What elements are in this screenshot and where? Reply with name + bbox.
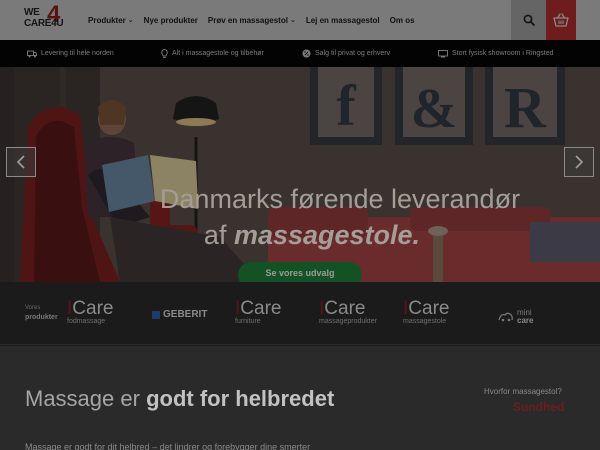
minicare-wordmark: mini care (517, 309, 533, 325)
nav-item-lej-massagestol[interactable]: Lej en massagestol (306, 16, 380, 25)
hero-prev-button[interactable] (6, 147, 36, 177)
chevron-down-icon: ⌄ (127, 17, 134, 24)
brand-sub: fodmassage (67, 318, 106, 325)
usp-item-assortment: Alt i massagestole og tilbehør (161, 40, 264, 67)
usp-item-showroom: Stort fysisk showroom i Ringsted (438, 40, 554, 67)
nav-item-proev-massagestol[interactable]: Prøv en massagestol ⌄ (208, 16, 296, 25)
section-body-text: Massage er godt for dit helbred – det li… (25, 442, 311, 450)
brand-logo-icare: ICare (403, 298, 450, 319)
usp-bar: Levering til hele norden Alt i massagest… (0, 40, 600, 67)
store-icon (438, 49, 448, 57)
search-button[interactable] (511, 0, 546, 40)
logo-line2: CARE4U (24, 18, 64, 29)
wall-letter-f: f (336, 73, 356, 138)
hero-headline-bold: massagestole. (233, 220, 421, 250)
minicare-logo-icon (498, 312, 513, 322)
nav-item-produkter[interactable]: Produkter ⌄ (88, 16, 134, 25)
section-title: Massage er godt for helbredet (25, 386, 334, 412)
nav-item-label: Prøv en massagestol (207, 15, 288, 25)
search-icon (523, 14, 535, 26)
brand-icare-fodmassage[interactable]: ICare fodmassage (67, 299, 113, 326)
usp-text: Salg til privat og erhverv (315, 50, 391, 57)
site-header: WE 4 CARE4U Produkter ⌄ Nye produkter Pr… (0, 0, 600, 40)
usp-text: Levering til hele norden (41, 50, 114, 57)
nav-item-om-os[interactable]: Om os (390, 16, 415, 25)
basket-icon (553, 13, 569, 27)
hero-headline-line2: af massagestole. (12, 220, 600, 251)
usp-text: Alt i massagestole og tilbehør (172, 50, 264, 57)
nav-item-label: Produkter (88, 15, 126, 25)
brand-minicare[interactable]: mini care (498, 309, 533, 325)
wall-letter-r: R (504, 75, 547, 140)
chevron-right-icon (575, 155, 584, 169)
brand-logo-icare: ICare (67, 298, 114, 319)
nav-item-label: Nye produkter (143, 15, 198, 25)
hero-headline-line1: Danmarks førende leverandør (159, 184, 521, 214)
percent-icon (302, 49, 311, 58)
hero-headline-prefix: af (203, 220, 234, 250)
nav-item-nye-produkter[interactable]: Nye produkter (144, 16, 198, 25)
brand-icare-massageprodukter[interactable]: ICare massageprodukter (319, 299, 377, 326)
see-selection-button[interactable]: Se vores udvalg (238, 262, 362, 282)
chevron-down-icon: ⌄ (289, 17, 296, 24)
cart-button[interactable] (546, 0, 576, 40)
usp-item-sales: Salg til privat og erhverv (302, 40, 390, 67)
we4care4u-logo[interactable]: WE 4 CARE4U (24, 3, 68, 34)
brands-label-line1: Vores (25, 305, 41, 311)
lightbulb-icon (161, 48, 168, 58)
nav-item-label: Om os (389, 15, 415, 25)
main-nav: Produkter ⌄ Nye produkter Prøv en massag… (88, 0, 415, 40)
hero-slider: f & R Danmarks førende leverandør af mas… (0, 67, 600, 282)
why-answer: Sundhed (513, 400, 565, 414)
minicare-bold: care (517, 316, 534, 325)
hero-next-button[interactable] (564, 147, 594, 177)
usp-text: Stort fysisk showroom i Ringsted (452, 50, 554, 57)
brands-label-line2: produkter (25, 314, 58, 321)
brand-strip: Vores produkter ICare fodmassage GEBERIT… (0, 282, 600, 345)
nav-item-label: Lej en massagestol (305, 15, 380, 25)
brand-icare-furniture[interactable]: ICare furniture (235, 299, 281, 326)
intro-section: Massage er godt for helbredet Hvorfor ma… (0, 346, 600, 450)
brand-sub: massagestole (403, 318, 447, 325)
why-label: Hvorfor massagestol? (484, 387, 562, 396)
brand-name: GEBERIT (163, 309, 208, 320)
usp-item-delivery: Levering til hele norden (27, 40, 114, 67)
brand-sub: massageprodukter (319, 318, 377, 325)
truck-icon (27, 50, 37, 57)
brand-name-rest: Care (72, 298, 114, 319)
wall-letter-ampersand: & (411, 78, 458, 140)
section-title-normal: Massage er (25, 386, 147, 411)
brand-sub: furniture (235, 318, 261, 325)
geberit-square-icon (152, 310, 160, 319)
logo-line1: WE (24, 7, 40, 18)
brand-logo-icare: ICare (319, 298, 366, 319)
brand-logo-icare: ICare (235, 298, 282, 319)
chevron-left-icon (16, 155, 25, 169)
brands-label: Vores produkter (25, 304, 58, 323)
brand-geberit[interactable]: GEBERIT (152, 309, 207, 320)
brand-icare-massagestole[interactable]: ICare massagestole (403, 299, 449, 326)
section-title-bold: godt for helbredet (146, 386, 335, 411)
